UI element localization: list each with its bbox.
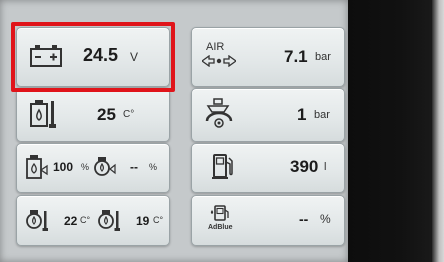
coolant-temperature-tile[interactable]: 25 C°	[16, 88, 170, 142]
battery-voltage-value: 24.5	[83, 45, 119, 65]
adblue-icon	[210, 205, 229, 221]
air-pressure-icon	[202, 55, 236, 67]
air-pressure-unit: bar	[315, 51, 331, 63]
coolant-temperature-unit: C°	[123, 109, 135, 120]
adblue-unit: %	[320, 212, 331, 226]
fuel-level-tile[interactable]: 390 l	[191, 143, 345, 193]
battery-icon	[30, 45, 62, 67]
temp-right-value: 19	[136, 214, 150, 228]
adblue-label: AdBlue	[208, 224, 233, 231]
tank-left-value: 100	[53, 160, 74, 174]
tank-levels-tile[interactable]: 100 % -- %	[16, 143, 170, 193]
tank-level-icon	[26, 155, 48, 179]
oil-pressure-icon	[205, 98, 233, 128]
coolant-temperature-value: 25	[97, 105, 116, 124]
fuel-level-value: 390	[290, 157, 319, 176]
temp-left-unit: C°	[80, 215, 91, 225]
tank-right-value: --	[130, 160, 138, 174]
tank-right-unit: %	[149, 162, 158, 172]
fuel-level-unit: l	[324, 161, 327, 173]
temp-right-unit: C°	[153, 215, 164, 225]
air-pressure-value: 7.1	[284, 47, 308, 66]
air-pressure-tile[interactable]: AIR 7.1 bar	[191, 27, 345, 87]
coolant-temperature-icon	[30, 100, 56, 128]
oil-pressure-value: 1	[297, 105, 307, 124]
display-bezel	[348, 0, 444, 262]
battery-voltage-tile[interactable]: 24.5 V	[16, 27, 170, 87]
transmission-temperature-icon	[26, 210, 48, 231]
display-bezel-edge	[432, 0, 444, 262]
oil-pressure-tile[interactable]: 1 bar	[191, 88, 345, 142]
temperatures-tile[interactable]: 22 C° 19 C°	[16, 195, 170, 246]
tank-left-unit: %	[81, 162, 90, 172]
temp-left-value: 22	[64, 214, 78, 228]
fuel-pump-icon	[212, 154, 233, 179]
hydraulic-temperature-icon	[98, 210, 120, 231]
dashboard-screen: 24.5 V AIR 7.1 bar 25 C° 1 bar 100 % -- …	[0, 0, 348, 262]
air-label: AIR	[206, 41, 225, 53]
oil-tank-icon	[94, 157, 116, 176]
adblue-tile[interactable]: AdBlue -- %	[191, 195, 345, 246]
oil-pressure-unit: bar	[314, 109, 330, 121]
battery-voltage-unit: V	[130, 50, 139, 64]
adblue-value: --	[299, 211, 309, 227]
